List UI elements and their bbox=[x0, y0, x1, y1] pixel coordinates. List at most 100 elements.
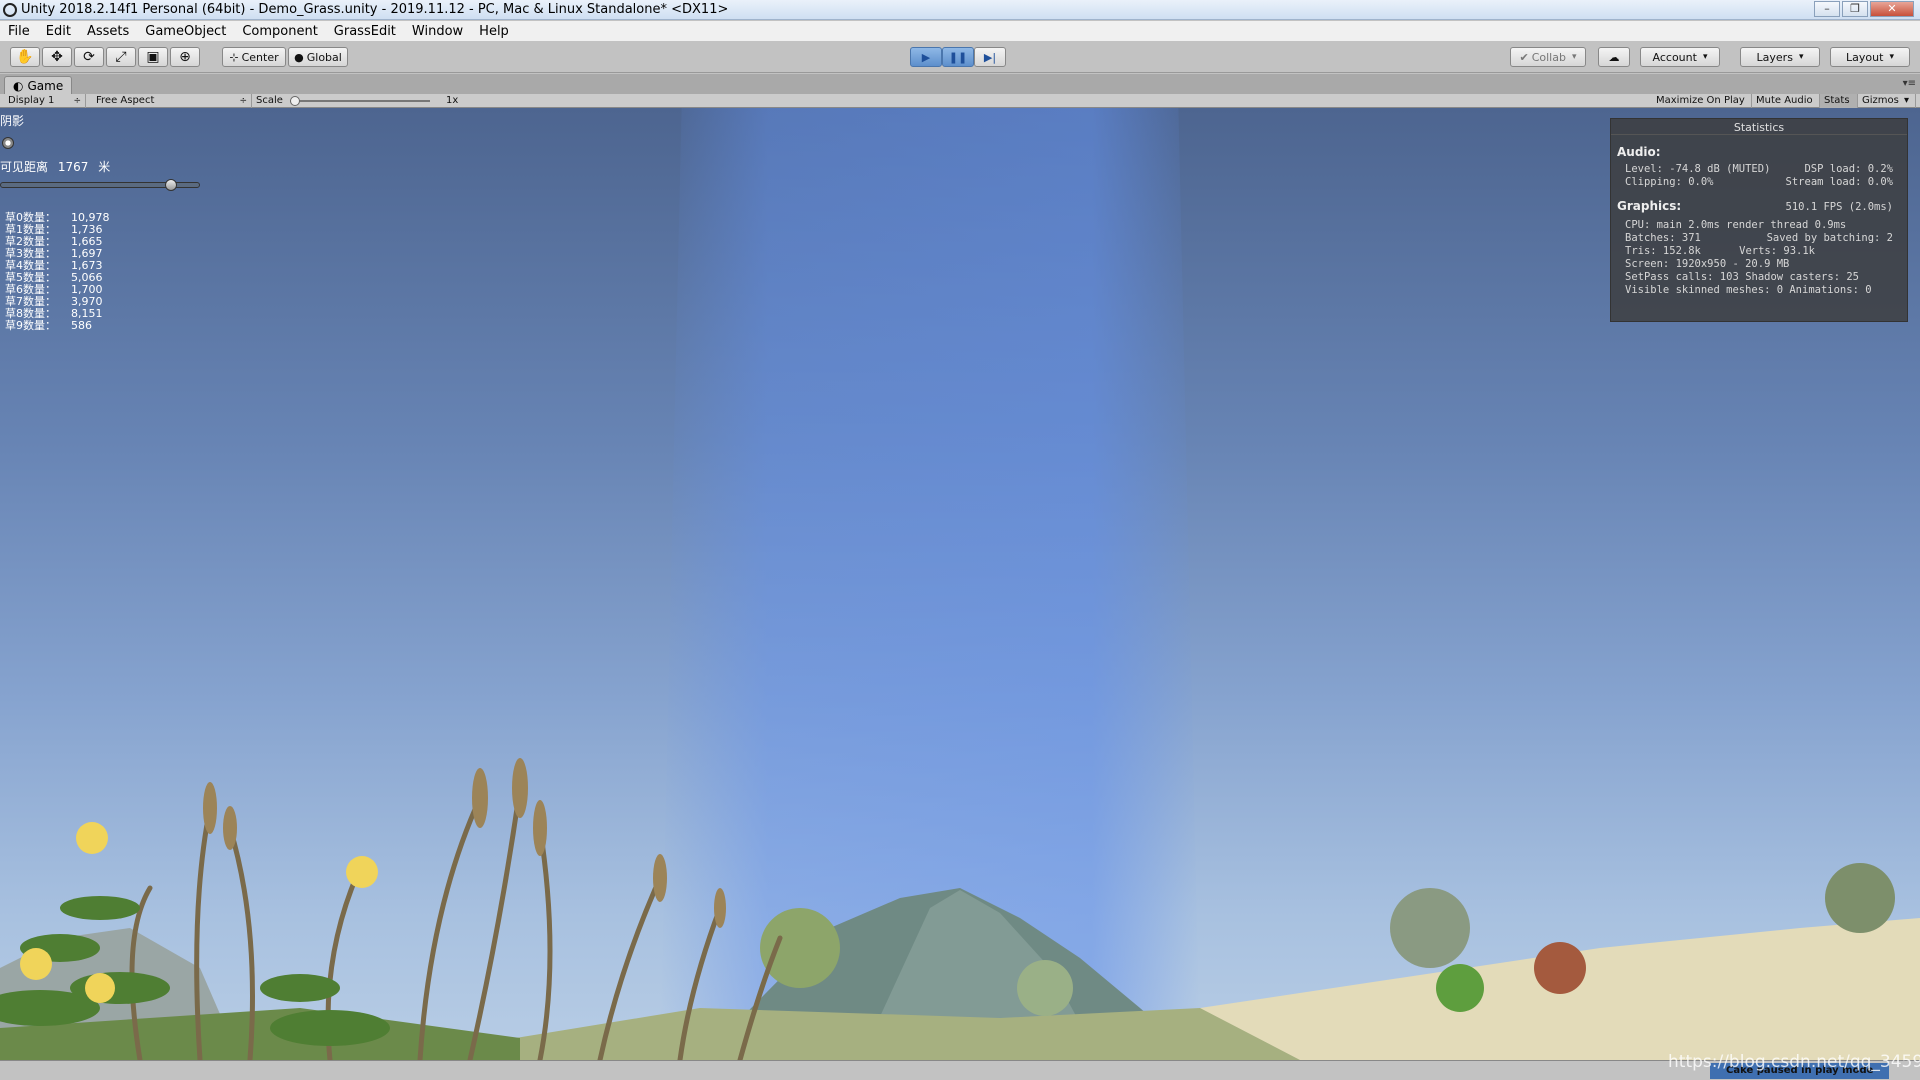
account-label: Account bbox=[1652, 50, 1697, 64]
status-bar: Cake paused in play mode bbox=[0, 1060, 1920, 1080]
toolbar: ✋ ✥ ⟳ ⤢ ▣ ⊕ ⊹ Center ● Global ▶ ❚❚ ▶| ✔ … bbox=[0, 42, 1920, 73]
grass-count-value: 586 bbox=[71, 319, 92, 332]
menu-edit[interactable]: Edit bbox=[38, 24, 79, 39]
gizmos-dropdown[interactable]: Gizmos ▾ bbox=[1858, 94, 1916, 108]
scale-label: Scale bbox=[256, 95, 283, 106]
menu-help[interactable]: Help bbox=[471, 24, 517, 39]
scale-value: 1x bbox=[446, 95, 459, 106]
tab-game-label: Game bbox=[27, 78, 64, 93]
audio-header: Audio: bbox=[1617, 145, 1661, 159]
minimize-icon[interactable]: – bbox=[1814, 1, 1840, 17]
rotate-tool-button[interactable]: ⟳ bbox=[74, 47, 104, 67]
tris: Tris: 152.8k bbox=[1625, 245, 1701, 257]
menu-file[interactable]: File bbox=[0, 24, 38, 39]
maximize-on-play-toggle[interactable]: Maximize On Play bbox=[1652, 94, 1752, 108]
play-button[interactable]: ▶ bbox=[910, 47, 942, 67]
statistics-panel: Statistics Audio: Level: -74.8 dB (MUTED… bbox=[1610, 118, 1908, 322]
scale-icon: ⤢ bbox=[115, 49, 127, 65]
pause-button[interactable]: ❚❚ bbox=[942, 47, 974, 67]
tree bbox=[1017, 960, 1073, 1016]
audio-clipping: Clipping: 0.0% bbox=[1625, 176, 1714, 188]
menu-window[interactable]: Window bbox=[404, 24, 471, 39]
space-label: Global bbox=[306, 50, 342, 64]
audio-level: Level: -74.8 dB (MUTED) bbox=[1625, 163, 1771, 175]
graphics-header: Graphics: bbox=[1617, 199, 1682, 213]
tree bbox=[1390, 888, 1470, 968]
setpass-calls: SetPass calls: 103 bbox=[1625, 271, 1739, 283]
layers-dropdown[interactable]: Layers bbox=[1740, 47, 1820, 67]
window-controls: – ❐ ✕ bbox=[1814, 1, 1914, 17]
tree bbox=[1825, 863, 1895, 933]
hand-icon: ✋ bbox=[16, 49, 34, 65]
verts: Verts: 93.1k bbox=[1739, 245, 1815, 257]
title-bar: Unity 2018.2.14f1 Personal (64bit) - Dem… bbox=[0, 0, 1920, 20]
play-icon: ▶ bbox=[921, 50, 931, 64]
menu-assets[interactable]: Assets bbox=[79, 24, 137, 39]
display-dropdown[interactable]: Display 1 bbox=[4, 94, 86, 108]
menu-grassedit[interactable]: GrassEdit bbox=[326, 24, 404, 39]
step-button[interactable]: ▶| bbox=[974, 47, 1006, 67]
aspect-label: Free Aspect bbox=[96, 95, 155, 106]
move-icon: ✥ bbox=[51, 49, 63, 65]
dsp-load: DSP load: 0.2% bbox=[1804, 163, 1893, 175]
statistics-title: Statistics bbox=[1611, 119, 1907, 135]
list-item: 草9数量： 586 bbox=[5, 320, 110, 332]
rect-icon: ▣ bbox=[146, 49, 160, 65]
display-label: Display 1 bbox=[8, 95, 55, 106]
grass-count-label: 草9数量： bbox=[5, 319, 56, 332]
aspect-dropdown[interactable]: Free Aspect bbox=[92, 94, 252, 108]
game-viewport[interactable]: 阴影 可见距离 1767 米 草0数量： 10,978 草1数量： 1,736 草2… bbox=[0, 108, 1920, 1060]
distance-slider[interactable] bbox=[0, 179, 200, 191]
move-tool-button[interactable]: ✥ bbox=[42, 47, 72, 67]
scale-tool-button[interactable]: ⤢ bbox=[106, 47, 136, 67]
bush bbox=[1436, 964, 1484, 1012]
mute-label: Mute Audio bbox=[1756, 95, 1813, 106]
layout-dropdown[interactable]: Layout bbox=[1830, 47, 1910, 67]
distance-label: 可见距离 bbox=[0, 160, 49, 174]
fps: 510.1 FPS (2.0ms) bbox=[1785, 201, 1893, 213]
check-icon: ✔ bbox=[1519, 50, 1529, 64]
hand-tool-button[interactable]: ✋ bbox=[10, 47, 40, 67]
collab-label: Collab bbox=[1531, 50, 1566, 64]
cloud-icon: ☁ bbox=[1608, 50, 1620, 64]
batches: Batches: 371 bbox=[1625, 232, 1701, 244]
menu-component[interactable]: Component bbox=[234, 24, 325, 39]
stats-toggle[interactable]: Stats bbox=[1820, 94, 1858, 108]
step-icon: ▶| bbox=[983, 50, 997, 64]
maximize-label: Maximize On Play bbox=[1656, 95, 1745, 106]
rotate-icon: ⟳ bbox=[83, 49, 95, 65]
distance-value: 1767 bbox=[57, 160, 89, 174]
transform-icon: ⊕ bbox=[179, 49, 191, 65]
screen-info: Screen: 1920x950 - 20.9 MB bbox=[1625, 258, 1790, 270]
stats-label: Stats bbox=[1824, 95, 1850, 106]
tab-options-icon[interactable]: ▾≡ bbox=[1903, 78, 1916, 89]
shadow-casters: Shadow casters: 25 bbox=[1745, 271, 1859, 283]
account-dropdown[interactable]: Account bbox=[1640, 47, 1720, 67]
restore-icon[interactable]: ❐ bbox=[1842, 1, 1868, 17]
gizmos-label: Gizmos bbox=[1862, 95, 1899, 106]
game-view-bar: Display 1 Free Aspect Scale 1x Maximize … bbox=[0, 94, 1920, 108]
skinned-meshes: Visible skinned meshes: 0 Animations: 0 bbox=[1625, 284, 1872, 296]
pause-icon: ❚❚ bbox=[948, 50, 968, 64]
scale-slider-thumb[interactable] bbox=[290, 96, 300, 106]
globe-icon: ● bbox=[294, 50, 304, 64]
pivot-center-button[interactable]: ⊹ Center bbox=[222, 47, 286, 67]
scale-slider[interactable] bbox=[290, 100, 430, 102]
close-icon[interactable]: ✕ bbox=[1870, 1, 1914, 17]
watermark: https://blog.csdn.net/qq_34593121 bbox=[1668, 1052, 1920, 1072]
tab-game[interactable]: ◐ Game bbox=[4, 76, 73, 94]
shadow-label: 阴影 bbox=[0, 114, 25, 128]
menu-gameobject[interactable]: GameObject bbox=[137, 24, 234, 39]
mute-audio-toggle[interactable]: Mute Audio bbox=[1752, 94, 1820, 108]
space-global-button[interactable]: ● Global bbox=[288, 47, 348, 67]
unity-logo-icon bbox=[3, 2, 17, 17]
collab-dropdown[interactable]: ✔ Collab bbox=[1510, 47, 1586, 67]
pivot-icon: ⊹ bbox=[229, 50, 239, 64]
distance-unit: 米 bbox=[98, 160, 111, 174]
cloud-button[interactable]: ☁ bbox=[1598, 47, 1630, 67]
rect-tool-button[interactable]: ▣ bbox=[138, 47, 168, 67]
transform-tool-button[interactable]: ⊕ bbox=[170, 47, 200, 67]
shadow-toggle[interactable] bbox=[2, 137, 14, 149]
distance-slider-thumb[interactable] bbox=[165, 179, 177, 191]
distance-label-row: 可见距离 1767 米 bbox=[0, 158, 110, 175]
